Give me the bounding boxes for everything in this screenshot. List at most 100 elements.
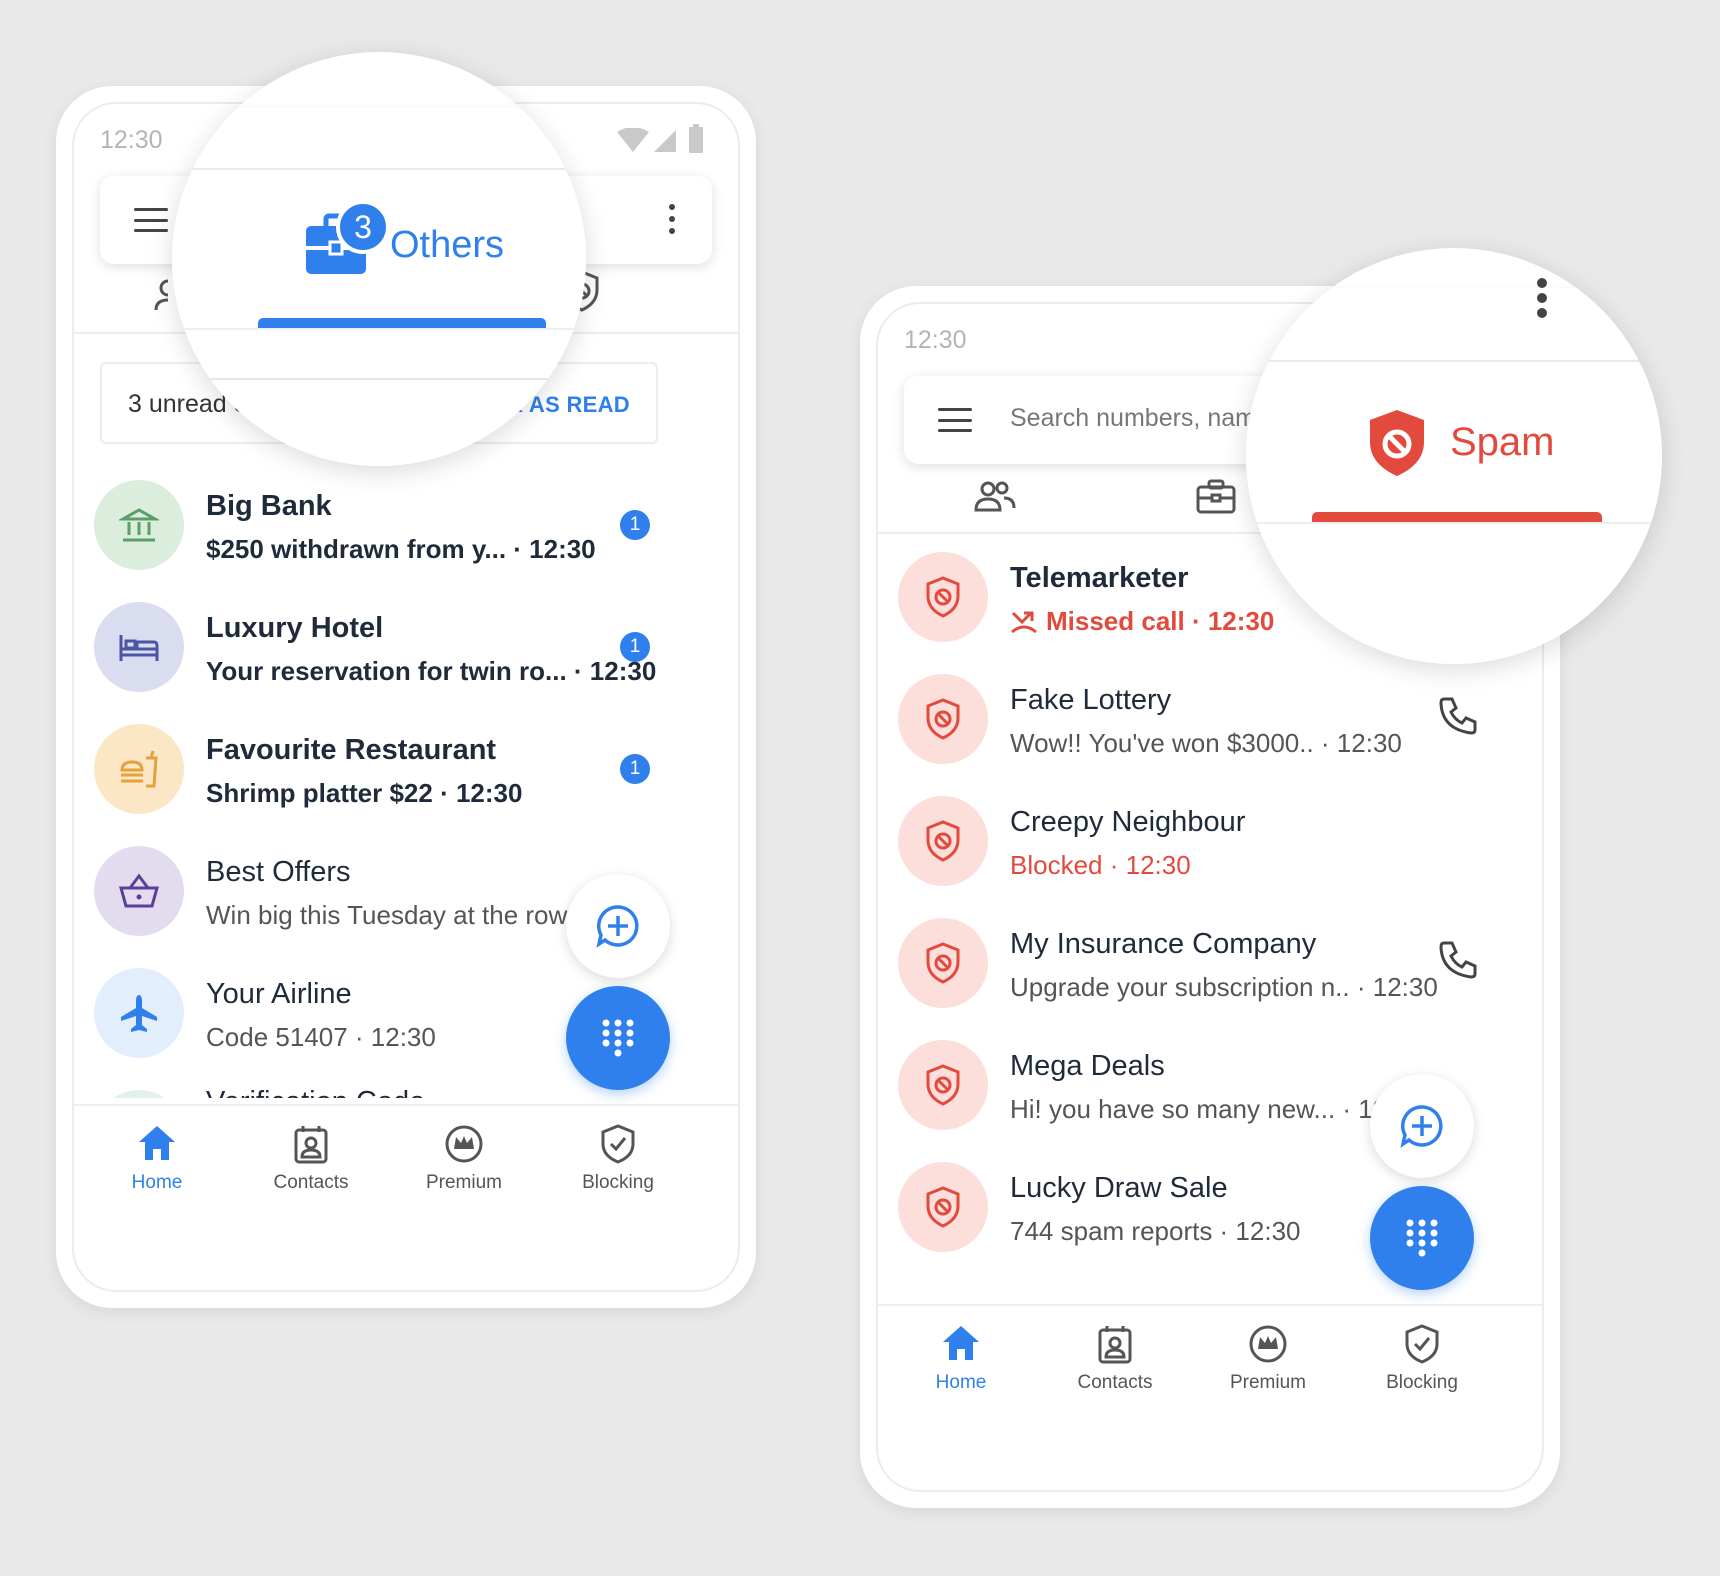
crown-icon: [1249, 1325, 1287, 1363]
message-preview: Missed call · 12:30: [1046, 606, 1275, 636]
dialpad-button[interactable]: [1370, 1186, 1474, 1290]
spam-shield-icon: [926, 1186, 960, 1228]
contacts-icon: [1098, 1326, 1132, 1364]
nav-premium[interactable]: Premium: [394, 1106, 534, 1216]
nav-label: Contacts: [273, 1172, 349, 1193]
contacts-icon: [294, 1126, 328, 1164]
more-options-icon[interactable]: [668, 204, 676, 234]
unread-count-badge: 1: [620, 510, 650, 540]
nav-blocking[interactable]: Blocking: [548, 1106, 688, 1216]
home-icon: [139, 1126, 175, 1160]
spam-shield-icon: [926, 942, 960, 984]
contact-name: Creepy Neighbour: [1010, 806, 1246, 838]
message-preview: Blocked · 12:30: [1010, 850, 1191, 880]
contact-name: Verification Code: [206, 1086, 425, 1098]
tab-indicator: [258, 318, 546, 328]
list-item[interactable]: Creepy Neighbour Blocked · 12:30: [898, 796, 1498, 916]
person-tab-icon[interactable]: [154, 276, 168, 312]
list-item[interactable]: Big Bank $250 withdrawn from y... · 12:3…: [94, 480, 684, 600]
spam-shield-avatar: [898, 1162, 988, 1252]
tab-others-label[interactable]: Others: [390, 224, 504, 267]
nav-premium[interactable]: Premium: [1198, 1306, 1338, 1416]
shield-check-icon: [601, 1124, 635, 1164]
contact-name: Best Offers: [206, 856, 351, 888]
nav-label: Premium: [1229, 1372, 1306, 1393]
magnifier-spam-tab: Spam: [1246, 248, 1662, 664]
nav-blocking[interactable]: Blocking: [1352, 1306, 1492, 1416]
basket-icon: [94, 846, 184, 936]
spam-shield-icon: [926, 576, 960, 618]
phone-call-icon[interactable]: [1438, 940, 1478, 980]
new-message-button[interactable]: [566, 874, 670, 978]
nav-contacts[interactable]: Contacts: [1045, 1306, 1185, 1416]
search-placeholder: Search numbers, names: [1010, 404, 1260, 432]
list-item[interactable]: Favourite Restaurant Shrimp platter $22 …: [94, 724, 684, 844]
tab-indicator: [1312, 512, 1602, 522]
airplane-icon: [94, 968, 184, 1058]
spam-shield-icon: [926, 1064, 960, 1106]
message-preview: Wow!! You've won $3000.. · 12:30: [1010, 728, 1402, 758]
missed-call-icon: [1011, 611, 1037, 634]
bed-icon: [94, 602, 184, 692]
status-time: 12:30: [904, 326, 967, 354]
list-item[interactable]: My Insurance Company Upgrade your subscr…: [898, 918, 1498, 1038]
contacts-tab-icon[interactable]: [974, 480, 1016, 512]
contact-name: Big Bank: [206, 490, 332, 522]
more-options-icon[interactable]: [1536, 278, 1548, 318]
new-message-button[interactable]: [1370, 1074, 1474, 1178]
nav-contacts[interactable]: Contacts: [241, 1106, 381, 1216]
magnified-search-bar-edge: [1246, 288, 1662, 360]
nav-home[interactable]: Home: [87, 1106, 227, 1216]
magnified-search-bar-edge: [172, 108, 586, 168]
contact-name: Favourite Restaurant: [206, 734, 497, 766]
list-item[interactable]: Luxury Hotel Your reservation for twin r…: [94, 602, 684, 722]
chat-add-icon: [1400, 1105, 1443, 1148]
magnified-divider: [1246, 522, 1662, 524]
home-icon: [943, 1326, 979, 1360]
wifi-icon: [617, 128, 649, 152]
spam-shield-icon: [926, 820, 960, 862]
message-preview: Hi! you have so many new... · 12:30: [1010, 1094, 1424, 1124]
message-preview: Code 51407 · 12:30: [206, 1022, 436, 1052]
spam-shield-avatar: [898, 796, 988, 886]
contact-name: Mega Deals: [1010, 1050, 1165, 1082]
nav-home[interactable]: Home: [891, 1306, 1031, 1416]
menu-icon[interactable]: [938, 408, 972, 432]
magnifier-others-tab: 3 Others: [172, 52, 586, 466]
contact-name: Your Airline: [206, 978, 352, 1010]
contact-name: Fake Lottery: [1010, 684, 1172, 716]
briefcase-tab-icon[interactable]: [1196, 478, 1236, 514]
others-badge: 3: [336, 200, 390, 254]
magnified-banner-edge: [172, 378, 586, 380]
search-input[interactable]: Search numbers, names: [1010, 404, 1260, 433]
nav-label: Home: [131, 1172, 183, 1193]
contact-name: Lucky Draw Sale: [1010, 1172, 1228, 1204]
message-preview: Upgrade your subscription n.. · 12:30: [1010, 972, 1438, 1002]
contact-name: Telemarketer: [1010, 562, 1189, 594]
contact-name: My Insurance Company: [1010, 928, 1317, 960]
phone-call-icon[interactable]: [1438, 696, 1478, 736]
bottom-nav: Home Contacts Premium Blocking: [878, 1304, 1542, 1414]
dialpad-icon: [602, 1019, 634, 1057]
nav-label: Home: [935, 1372, 987, 1393]
contact-name: Luxury Hotel: [206, 612, 384, 644]
message-preview: $250 withdrawn from y... · 12:30: [206, 534, 596, 564]
nav-label: Blocking: [582, 1172, 654, 1193]
tab-spam-label[interactable]: Spam: [1450, 420, 1555, 465]
spam-shield-avatar: [898, 674, 988, 764]
unread-count-badge: 1: [620, 754, 650, 784]
nav-label: Premium: [425, 1172, 502, 1193]
spam-shield-avatar: [898, 1040, 988, 1130]
list-item[interactable]: Fake Lottery Wow!! You've won $3000.. · …: [898, 674, 1498, 794]
crown-icon: [445, 1125, 483, 1163]
shield-check-icon: [1405, 1324, 1439, 1364]
nav-label: Blocking: [1386, 1372, 1458, 1393]
message-preview: Win big this Tuesday at the row... · 12:…: [206, 900, 616, 930]
menu-icon[interactable]: [134, 208, 168, 232]
message-preview: Your reservation for twin ro... · 12:30: [206, 656, 657, 686]
nav-label: Contacts: [1077, 1372, 1153, 1393]
spam-shield-avatar: [898, 552, 988, 642]
dialpad-button[interactable]: [566, 986, 670, 1090]
avatar-partial: [94, 1090, 184, 1098]
magnified-divider: [172, 328, 586, 330]
